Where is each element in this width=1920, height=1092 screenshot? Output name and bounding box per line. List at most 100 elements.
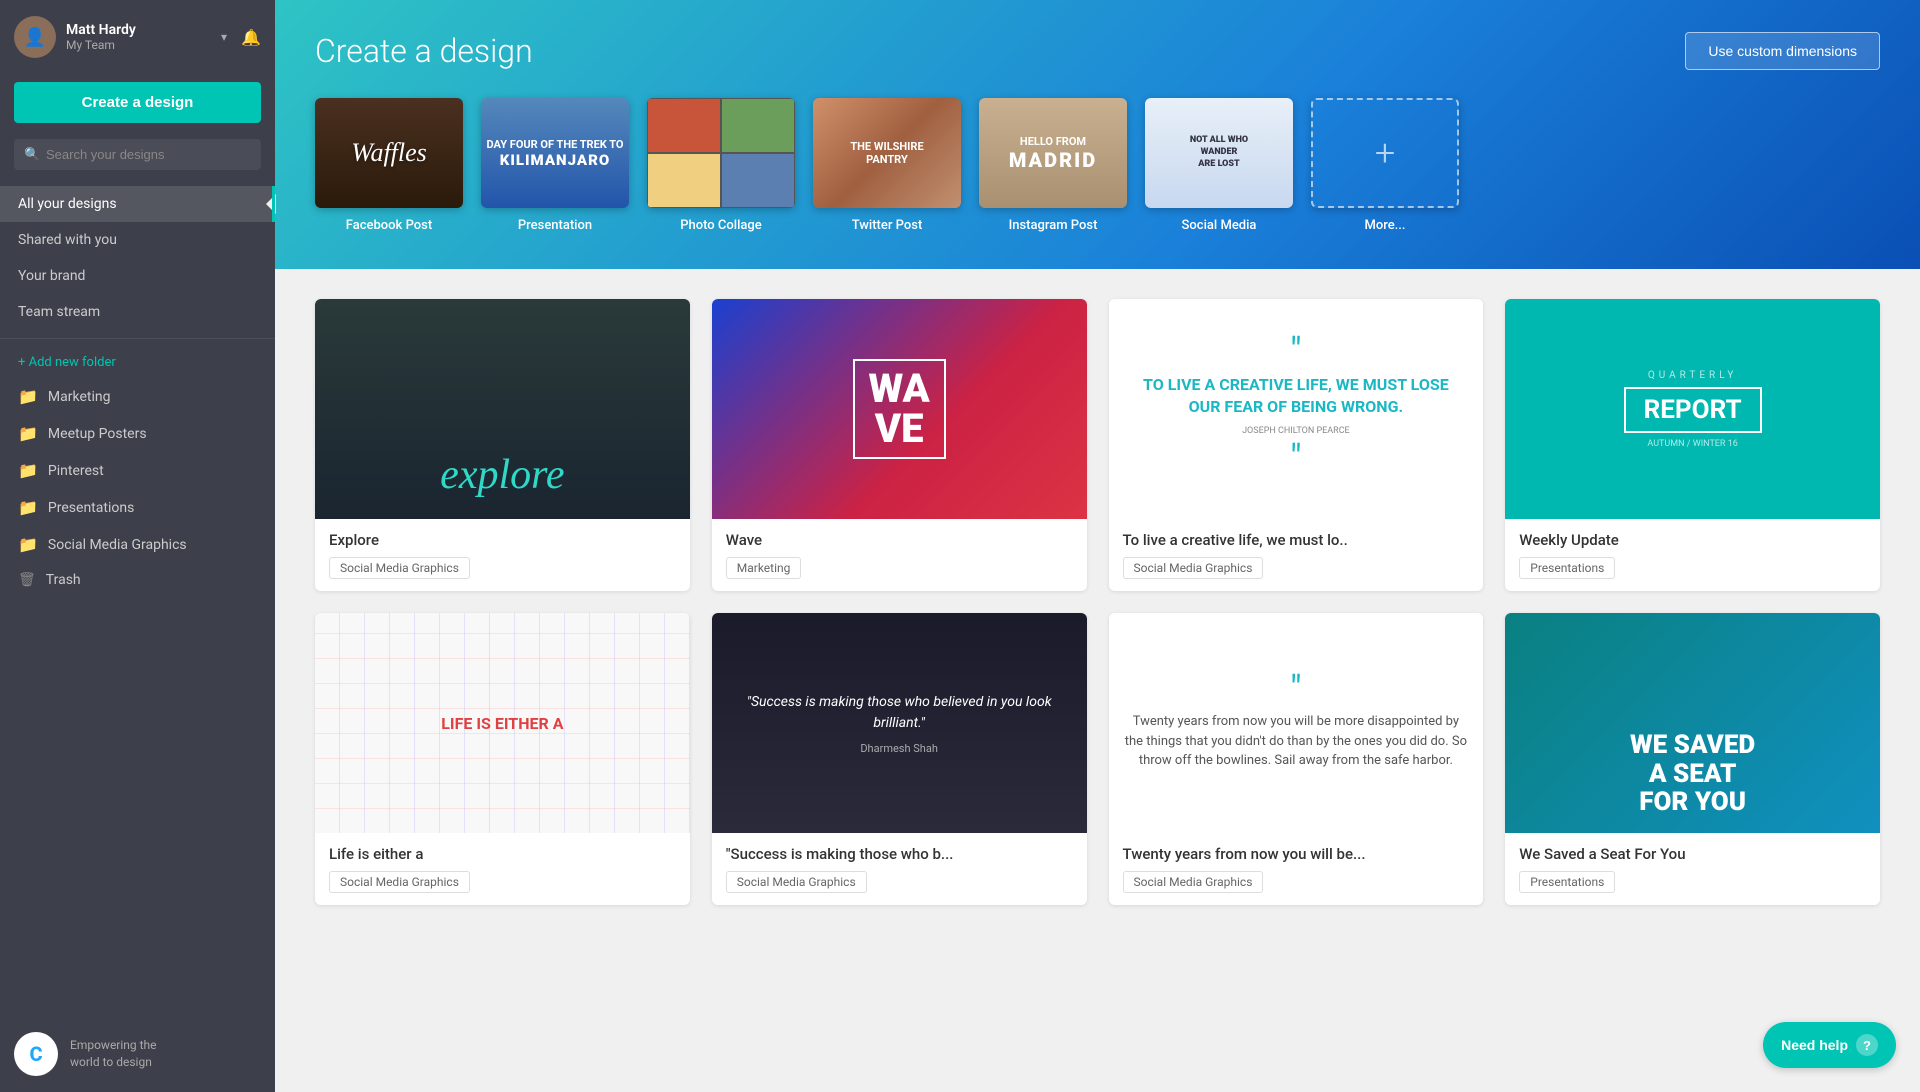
report-quarterly: QUARTERLY bbox=[1648, 370, 1738, 381]
design-thumb-explore: explore bbox=[315, 299, 690, 519]
hero-section: Create a design Use custom dimensions Wa… bbox=[275, 0, 1920, 269]
design-tag-success[interactable]: Social Media Graphics bbox=[726, 871, 867, 893]
design-card-quote2[interactable]: " Twenty years from now you will be more… bbox=[1109, 613, 1484, 905]
template-card-instagram[interactable]: HELLO FROMMADRID Instagram Post bbox=[979, 98, 1127, 233]
design-info-wave: Wave Marketing bbox=[712, 519, 1087, 591]
active-arrow bbox=[266, 194, 276, 214]
design-thumb-conf: WE SAVEDA SEATFOR YOU bbox=[1505, 613, 1880, 833]
folder-item-marketing[interactable]: 📁 Marketing bbox=[0, 378, 275, 415]
brand-label: Your brand bbox=[18, 268, 85, 284]
design-tag-report[interactable]: Presentations bbox=[1519, 557, 1615, 579]
design-info-explore: Explore Social Media Graphics bbox=[315, 519, 690, 591]
collage-cell-3 bbox=[647, 153, 721, 208]
template-card-social[interactable]: NOT ALL WHOWANDERARE LOST Social Media bbox=[1145, 98, 1293, 233]
design-info-quote2: Twenty years from now you will be... Soc… bbox=[1109, 833, 1484, 905]
folder-label: Marketing bbox=[48, 389, 111, 405]
folder-label: Trash bbox=[46, 572, 81, 588]
folder-item-meetup[interactable]: 📁 Meetup Posters bbox=[0, 415, 275, 452]
design-name-explore: Explore bbox=[329, 531, 676, 549]
social-thumb-text: NOT ALL WHOWANDERARE LOST bbox=[1184, 129, 1254, 176]
design-info-report: Weekly Update Presentations bbox=[1505, 519, 1880, 591]
need-help-button[interactable]: Need help ? bbox=[1763, 1022, 1896, 1068]
footer-text: Empowering the world to design bbox=[70, 1037, 157, 1071]
folder-label: Social Media Graphics bbox=[48, 537, 187, 553]
design-tag-conf[interactable]: Presentations bbox=[1519, 871, 1615, 893]
sidebar-item-team[interactable]: Team stream bbox=[0, 294, 275, 330]
folder-icon: 📁 bbox=[18, 461, 38, 480]
design-name-conf: We Saved a Seat For You bbox=[1519, 845, 1866, 863]
collage-cell-4 bbox=[721, 153, 795, 208]
template-label-twitter: Twitter Post bbox=[852, 218, 923, 233]
main-area: Create a design Use custom dimensions Wa… bbox=[275, 0, 1920, 1092]
template-thumb-more: + bbox=[1311, 98, 1459, 208]
search-input[interactable] bbox=[14, 139, 261, 170]
more-plus-icon: + bbox=[1375, 132, 1395, 174]
add-folder-button[interactable]: + Add new folder bbox=[0, 347, 275, 378]
template-thumb-collage bbox=[647, 98, 795, 208]
shared-label: Shared with you bbox=[18, 232, 117, 248]
design-tag-explore[interactable]: Social Media Graphics bbox=[329, 557, 470, 579]
design-card-wave[interactable]: WAVE Wave Marketing bbox=[712, 299, 1087, 591]
folder-section: 📁 Marketing 📁 Meetup Posters 📁 Pinterest… bbox=[0, 378, 275, 597]
quote2-text: Twenty years from now you will be more d… bbox=[1125, 712, 1468, 771]
create-design-button[interactable]: Create a design bbox=[14, 82, 261, 123]
design-thumb-quote: " TO LIVE A CREATIVE LIFE, WE MUST LOSE … bbox=[1109, 299, 1484, 519]
canva-logo: C bbox=[14, 1032, 58, 1076]
design-card-explore[interactable]: explore Explore Social Media Graphics bbox=[315, 299, 690, 591]
template-label-social: Social Media bbox=[1182, 218, 1257, 233]
sidebar-item-all-designs[interactable]: All your designs bbox=[0, 186, 275, 222]
twitter-thumb-text: THE WILSHIREPANTRY bbox=[842, 132, 931, 174]
custom-dimensions-button[interactable]: Use custom dimensions bbox=[1685, 32, 1880, 70]
design-card-weekly-update[interactable]: QUARTERLY REPORT AUTUMN / WINTER 16 Week… bbox=[1505, 299, 1880, 591]
sidebar-item-brand[interactable]: Your brand bbox=[0, 258, 275, 294]
design-thumb-quote2: " Twenty years from now you will be more… bbox=[1109, 613, 1484, 833]
design-tag-life[interactable]: Social Media Graphics bbox=[329, 871, 470, 893]
team-label: Team stream bbox=[18, 304, 100, 320]
design-card-life[interactable]: LIFE IS EITHER A Life is either a Social… bbox=[315, 613, 690, 905]
template-thumb-instagram: HELLO FROMMADRID bbox=[979, 98, 1127, 208]
design-tag-quote[interactable]: Social Media Graphics bbox=[1123, 557, 1264, 579]
folder-item-pinterest[interactable]: 📁 Pinterest bbox=[0, 452, 275, 489]
folder-item-trash[interactable]: 🗑 Trash bbox=[0, 563, 275, 597]
quote-main-text: TO LIVE A CREATIVE LIFE, WE MUST LOSE OU… bbox=[1129, 374, 1464, 419]
sidebar-item-shared[interactable]: Shared with you bbox=[0, 222, 275, 258]
quote-author: JOSEPH CHILTON PEARCE bbox=[1242, 426, 1350, 436]
user-name: Matt Hardy bbox=[66, 22, 211, 38]
template-card-facebook[interactable]: Waffles Facebook Post bbox=[315, 98, 463, 233]
design-info-quote: To live a creative life, we must lo.. So… bbox=[1109, 519, 1484, 591]
designs-grid: explore Explore Social Media Graphics WA… bbox=[315, 299, 1880, 905]
quote-close: " bbox=[1290, 444, 1302, 473]
design-card-success[interactable]: "Success is making those who believed in… bbox=[712, 613, 1087, 905]
design-tag-quote2[interactable]: Social Media Graphics bbox=[1123, 871, 1264, 893]
presentation-thumb-text: DAY FOUR OF THE TREK TOKILIMANJARO bbox=[487, 138, 624, 169]
need-help-label: Need help bbox=[1781, 1037, 1848, 1053]
collage-cell-1 bbox=[647, 98, 721, 153]
template-card-more[interactable]: + More... bbox=[1311, 98, 1459, 233]
hero-header: Create a design Use custom dimensions bbox=[315, 32, 1880, 70]
dropdown-icon[interactable]: ▾ bbox=[221, 30, 227, 44]
folder-item-social-media[interactable]: 📁 Social Media Graphics bbox=[0, 526, 275, 563]
design-card-quote-creative[interactable]: " TO LIVE A CREATIVE LIFE, WE MUST LOSE … bbox=[1109, 299, 1484, 591]
design-thumb-life: LIFE IS EITHER A bbox=[315, 613, 690, 833]
template-card-twitter[interactable]: THE WILSHIREPANTRY Twitter Post bbox=[813, 98, 961, 233]
wave-thumb-text: WAVE bbox=[853, 359, 946, 459]
design-thumb-wave: WAVE bbox=[712, 299, 1087, 519]
folder-item-presentations[interactable]: 📁 Presentations bbox=[0, 489, 275, 526]
template-card-presentation[interactable]: DAY FOUR OF THE TREK TOKILIMANJARO Prese… bbox=[481, 98, 629, 233]
sidebar-header: 👤 Matt Hardy My Team ▾ 🔔 bbox=[0, 0, 275, 74]
design-thumb-report: QUARTERLY REPORT AUTUMN / WINTER 16 bbox=[1505, 299, 1880, 519]
template-thumb-twitter: THE WILSHIREPANTRY bbox=[813, 98, 961, 208]
folder-label: Pinterest bbox=[48, 463, 104, 479]
success-quote-text: "Success is making those who believed in… bbox=[728, 692, 1071, 734]
template-thumb-presentation: DAY FOUR OF THE TREK TOKILIMANJARO bbox=[481, 98, 629, 208]
template-card-collage[interactable]: Photo Collage bbox=[647, 98, 795, 233]
life-thumb-text: LIFE IS EITHER A bbox=[441, 714, 563, 733]
sidebar-footer: C Empowering the world to design bbox=[0, 1016, 275, 1092]
design-card-conf[interactable]: WE SAVEDA SEATFOR YOU We Saved a Seat Fo… bbox=[1505, 613, 1880, 905]
design-tag-wave[interactable]: Marketing bbox=[726, 557, 802, 579]
bell-icon[interactable]: 🔔 bbox=[241, 28, 261, 47]
design-name-wave: Wave bbox=[726, 531, 1073, 549]
folder-icon: 📁 bbox=[18, 387, 38, 406]
content-area: explore Explore Social Media Graphics WA… bbox=[275, 269, 1920, 1092]
sidebar: 👤 Matt Hardy My Team ▾ 🔔 Create a design… bbox=[0, 0, 275, 1092]
